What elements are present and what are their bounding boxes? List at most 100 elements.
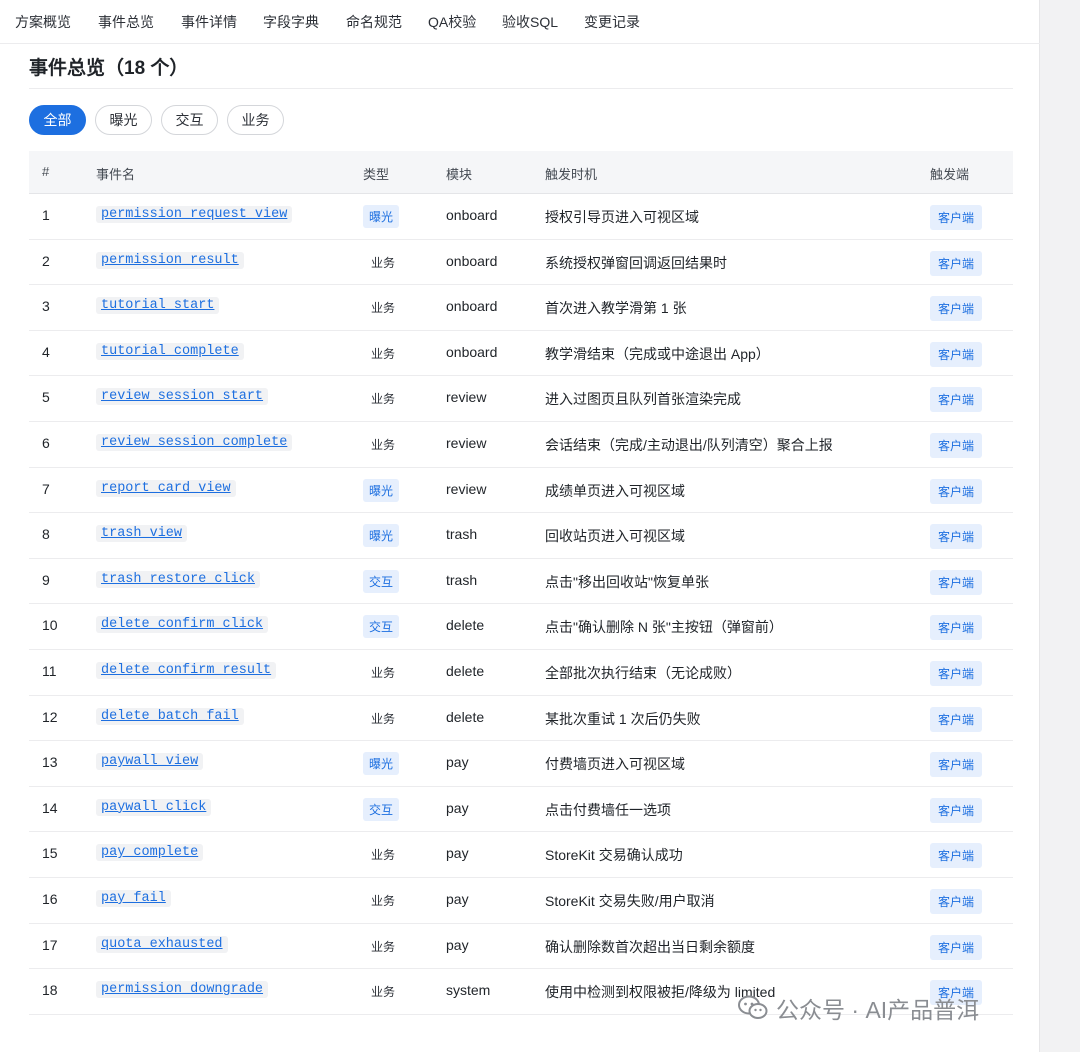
nav-item-acceptance-sql[interactable]: 验收SQL — [502, 12, 558, 32]
event-name-link[interactable]: pay_fail — [96, 889, 171, 907]
type-cell: 业务 — [363, 707, 401, 730]
client-badge: 客户端 — [930, 660, 983, 686]
module-cell: review — [446, 389, 487, 406]
module-cell: pay — [446, 754, 469, 771]
nav-item-changelog[interactable]: 变更记录 — [584, 12, 640, 32]
header-index: # — [42, 164, 50, 179]
event-name-link[interactable]: review_session_start — [96, 388, 269, 406]
client-badge: 客户端 — [930, 296, 983, 322]
module-cell: pay — [446, 890, 469, 907]
trigger-cell: 点击付费墙任一选项 — [545, 801, 671, 818]
module-cell: pay — [446, 936, 469, 953]
type-cell: 业务 — [363, 889, 401, 912]
event-name-link[interactable]: permission_downgrade — [96, 981, 269, 999]
type-badge: 交互 — [363, 615, 400, 639]
event-name-link[interactable]: permission_request_view — [96, 206, 293, 223]
module-cell: delete — [446, 662, 485, 679]
watermark: 公众号 · AI产品普洱 — [738, 988, 979, 1028]
header-type: 类型 — [363, 167, 390, 182]
client-badge: 客户端 — [930, 341, 983, 367]
row-index: 15 — [42, 845, 58, 862]
event-name-link[interactable]: report_card_view — [96, 479, 236, 497]
type-badge: 业务 — [371, 665, 396, 680]
event-name-link[interactable]: paywall_view — [96, 753, 204, 771]
type-cell: 业务 — [363, 935, 401, 958]
client-badge: 客户端 — [930, 569, 983, 595]
filter-exposure[interactable]: 曝光 — [95, 105, 152, 135]
row-index: 8 — [42, 526, 50, 543]
table-row: 9 trash_restore_click 交互 trash 点击"移出回收站"恢复单张… — [29, 559, 1013, 605]
type-cell: 业务 — [363, 342, 401, 365]
table-row: 3 tutorial_start 业务 onboard 首次进入教学滑第 1 张 客户端 — [29, 285, 1013, 331]
table-row: 12 delete_batch_fail 业务 delete 某批次重试 1 次后仍失败… — [29, 696, 1013, 742]
trigger-cell: 确认删除数首次超出当日剩余额度 — [545, 938, 755, 955]
module-cell: trash — [446, 571, 478, 588]
module-cell: system — [446, 982, 491, 999]
type-badge: 业务 — [371, 346, 396, 361]
type-badge: 业务 — [371, 301, 396, 316]
client-badge: 客户端 — [930, 934, 983, 960]
event-name-link[interactable]: trash_restore_click — [96, 570, 260, 588]
table-row: 15 pay_complete 业务 pay StoreKit 交易确认成功 客户端 — [29, 832, 1013, 878]
module-cell: onboard — [446, 207, 498, 223]
event-name-link[interactable]: delete_batch_fail — [96, 707, 244, 725]
nav-item-events-overview[interactable]: 事件总览 — [98, 12, 154, 32]
nav-item-qa-check[interactable]: QA校验 — [428, 12, 476, 32]
event-name-link[interactable]: tutorial_complete — [96, 342, 244, 360]
type-cell: 业务 — [363, 387, 401, 410]
event-name-link[interactable]: pay_complete — [96, 844, 204, 862]
module-cell: onboard — [446, 298, 498, 315]
client-badge: 客户端 — [930, 432, 983, 458]
event-name-link[interactable]: delete_confirm_result — [96, 661, 277, 679]
trigger-cell: 某批次重试 1 次后仍失败 — [545, 710, 701, 727]
event-name-link[interactable]: paywall_click — [96, 798, 212, 816]
event-name-link[interactable]: permission_result — [96, 251, 244, 269]
table-row: 13 paywall_view 曝光 pay 付费墙页进入可视区域 客户端 — [29, 741, 1013, 787]
table-row: 11 delete_confirm_result 业务 delete 全部批次执行结束（… — [29, 650, 1013, 696]
table-row: 4 tutorial_complete 业务 onboard 教学滑结束（完成或中途退出… — [29, 331, 1013, 377]
event-name-link[interactable]: tutorial_start — [96, 297, 220, 315]
type-cell: 交互 — [363, 797, 400, 821]
event-name-link[interactable]: review_session_complete — [96, 433, 293, 451]
type-cell: 交互 — [363, 615, 400, 639]
client-badge: 客户端 — [930, 843, 983, 869]
title-divider — [29, 88, 1013, 89]
type-badge: 曝光 — [363, 524, 400, 548]
filter-business[interactable]: 业务 — [227, 105, 284, 135]
event-name-link[interactable]: delete_confirm_click — [96, 616, 269, 634]
trigger-cell: 会话结束（完成/主动退出/队列清空）聚合上报 — [545, 436, 833, 453]
header-event-name: 事件名 — [96, 167, 136, 182]
watermark-text: 公众号 · AI产品普洱 — [776, 997, 980, 1023]
header-trigger: 触发时机 — [545, 167, 598, 182]
type-badge: 业务 — [371, 437, 396, 452]
nav-item-naming-rules[interactable]: 命名规范 — [346, 12, 402, 32]
type-cell: 业务 — [363, 433, 401, 456]
type-badge: 业务 — [371, 392, 396, 407]
client-badge: 客户端 — [930, 524, 983, 550]
module-cell: pay — [446, 845, 469, 862]
client-badge: 客户端 — [930, 387, 983, 413]
filter-interaction[interactable]: 交互 — [161, 105, 218, 135]
nav-item-overview[interactable]: 方案概览 — [15, 12, 71, 32]
nav-item-event-details[interactable]: 事件详情 — [181, 12, 237, 32]
type-cell: 曝光 — [363, 524, 400, 548]
nav-item-field-dictionary[interactable]: 字段字典 — [263, 12, 319, 32]
module-cell: delete — [446, 617, 485, 634]
type-cell: 曝光 — [363, 478, 400, 502]
client-badge: 客户端 — [930, 615, 983, 641]
row-index: 16 — [42, 890, 58, 907]
trigger-cell: 全部批次执行结束（无论成败） — [545, 664, 741, 681]
type-cell: 交互 — [363, 569, 400, 593]
row-index: 1 — [42, 207, 50, 223]
trigger-cell: 进入过图页且队列首张渲染完成 — [545, 391, 741, 408]
trigger-cell: 首次进入教学滑第 1 张 — [545, 300, 687, 317]
row-index: 10 — [42, 617, 58, 634]
table-row: 7 report_card_view 曝光 review 成绩单页进入可视区域 客户端 — [29, 468, 1013, 514]
row-index: 6 — [42, 434, 50, 451]
type-badge: 交互 — [363, 569, 400, 593]
row-index: 7 — [42, 480, 50, 497]
filter-all[interactable]: 全部 — [29, 105, 86, 135]
event-name-link[interactable]: quota_exhausted — [96, 935, 228, 953]
table-header: # 事件名 类型 模块 触发时机 触发端 — [29, 151, 1013, 194]
event-name-link[interactable]: trash_view — [96, 525, 188, 543]
